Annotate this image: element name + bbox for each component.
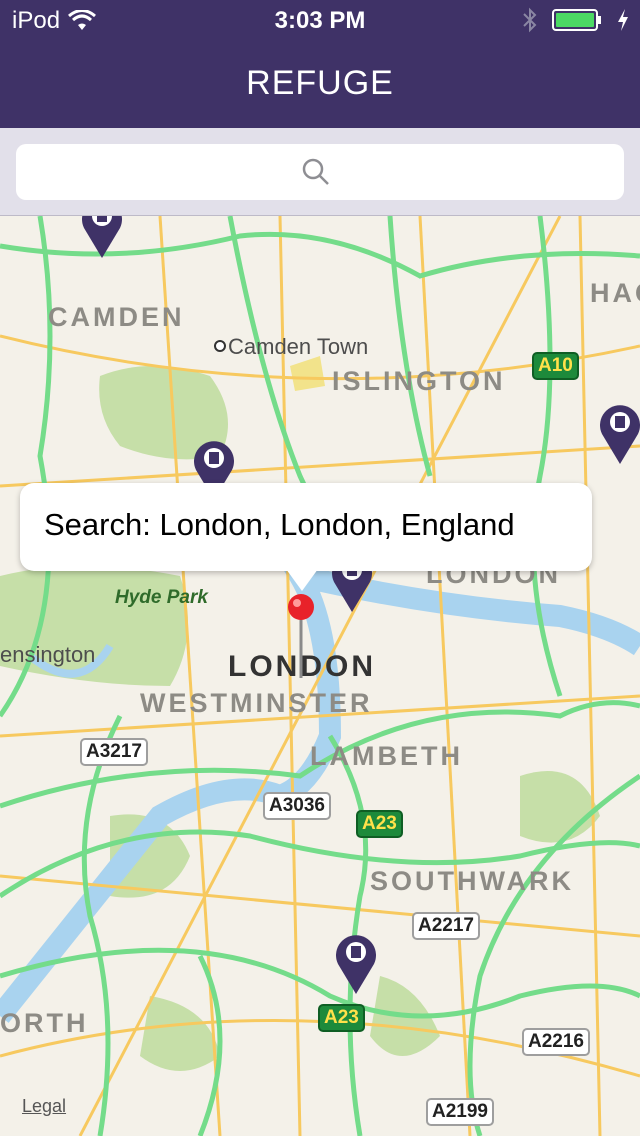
- nav-bar: REFUGE: [0, 40, 640, 128]
- park-label-hyde-park: Hyde Park: [115, 587, 208, 608]
- search-bar-container: [0, 128, 640, 216]
- road-shield-a2216: A2216: [522, 1028, 590, 1056]
- search-input[interactable]: [16, 144, 624, 200]
- callout-text: Search: London, London, England: [44, 507, 515, 542]
- area-label-southwark: SOUTHWARK: [370, 866, 574, 896]
- area-label-camden: CAMDEN: [48, 302, 185, 332]
- status-right: [522, 6, 630, 34]
- road-shield-a23-south: A23: [318, 1004, 365, 1032]
- area-label-hackney: HAC: [590, 278, 640, 308]
- road-shield-a3036: A3036: [263, 792, 331, 820]
- place-label-kensington: ensington: [0, 642, 96, 667]
- road-shield-a23-north: A23: [356, 810, 403, 838]
- status-bar: iPod 3:03 PM: [0, 0, 640, 40]
- area-label-north: ORTH: [0, 1008, 89, 1038]
- area-label-lambeth: LAMBETH: [310, 741, 463, 771]
- place-label-camden-town: Camden Town: [228, 334, 369, 359]
- area-label-westminster: WESTMINSTER: [140, 688, 373, 718]
- legal-link[interactable]: Legal: [22, 1096, 66, 1117]
- search-icon: [302, 158, 329, 185]
- battery-icon: [552, 9, 601, 31]
- bluetooth-icon: [523, 7, 537, 33]
- charging-icon: [618, 9, 628, 31]
- refuge-pin-icon[interactable]: [80, 216, 124, 260]
- refuge-pin-icon[interactable]: [334, 930, 378, 996]
- callout-tail: [286, 569, 318, 591]
- road-shield-a2199: A2199: [426, 1098, 494, 1126]
- search-result-pin-icon[interactable]: [286, 592, 316, 682]
- app-title: REFUGE: [246, 64, 394, 102]
- area-label-islington: ISLINGTON: [332, 366, 506, 396]
- road-shield-a3217: A3217: [80, 738, 148, 766]
- road-shield-a2217: A2217: [412, 912, 480, 940]
- refuge-pin-icon[interactable]: [598, 400, 640, 466]
- map-view[interactable]: CAMDEN ISLINGTON WESTMINSTER LAMBETH SOU…: [0, 216, 640, 1136]
- search-callout[interactable]: Search: London, London, England: [20, 483, 592, 591]
- road-shield-a10: A10: [532, 352, 579, 380]
